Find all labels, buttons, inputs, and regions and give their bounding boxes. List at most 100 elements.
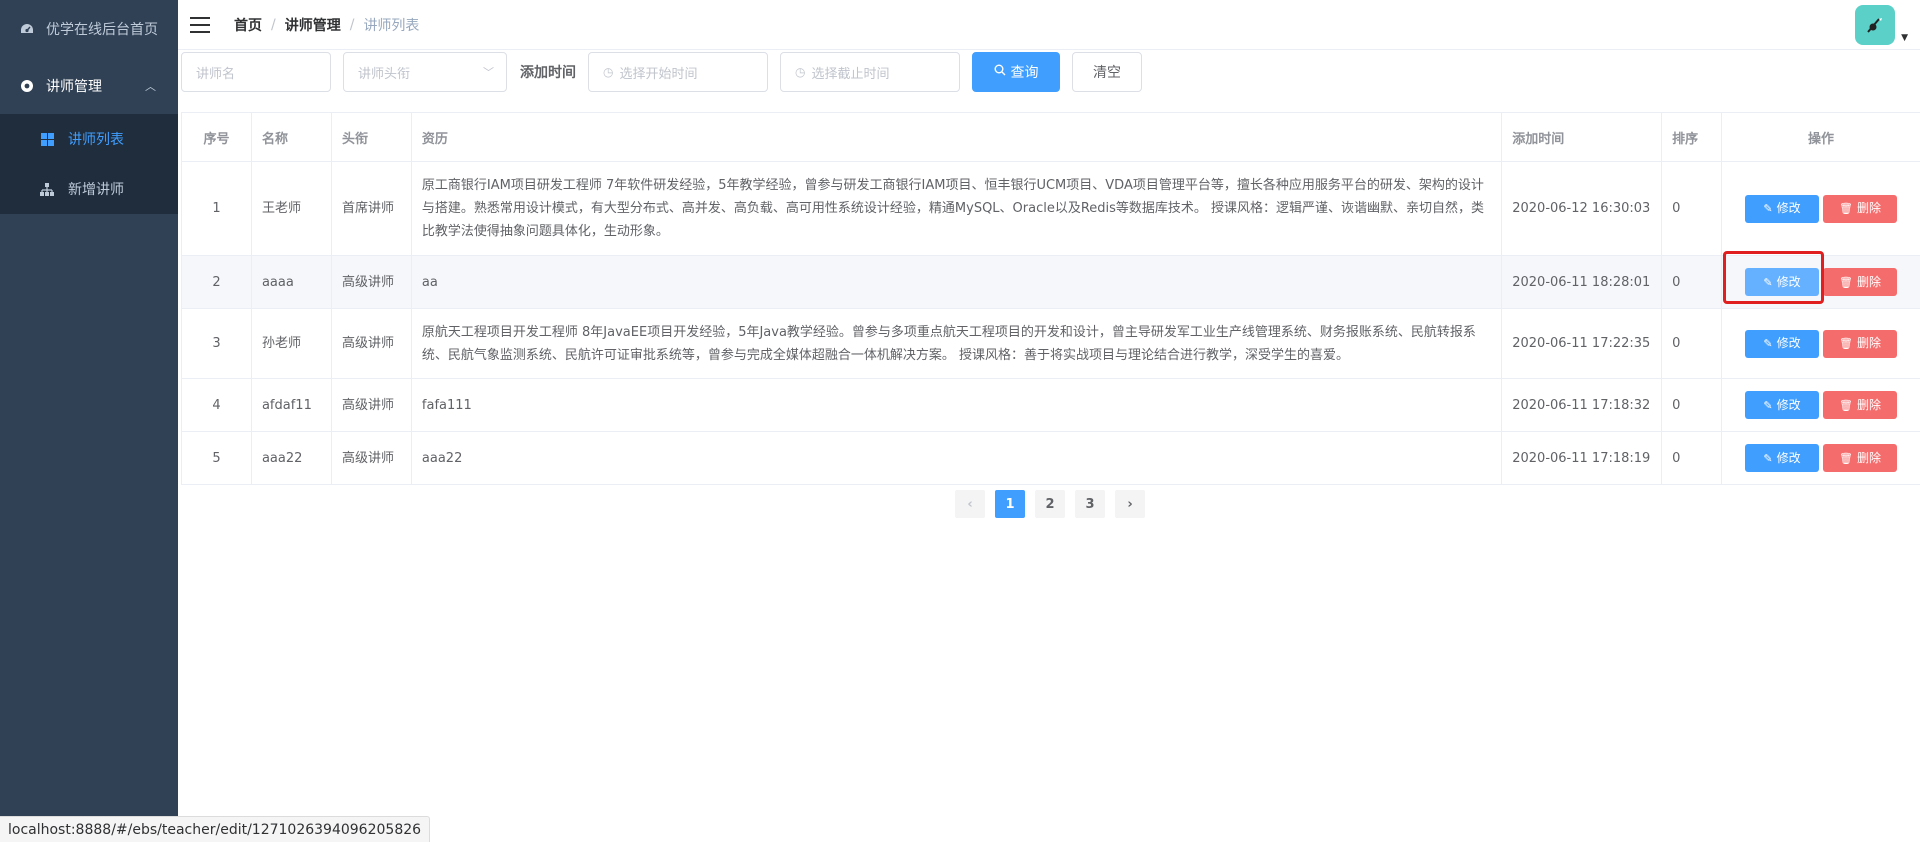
- search-button[interactable]: 查询: [972, 52, 1060, 92]
- delete-button-label: 删除: [1857, 450, 1882, 465]
- cell-title: 高级讲师: [332, 309, 412, 378]
- table-body: 1 王老师 首席讲师 原工商银行IAM项目研发工程师 7年软件研发经验，5年教学经验，…: [182, 162, 1920, 485]
- edit-button-label: 修改: [1776, 450, 1801, 465]
- breadcrumb-home[interactable]: 首页: [234, 15, 262, 35]
- delete-button-label: 删除: [1857, 274, 1882, 289]
- table-row: 5 aaa22 高级讲师 aaa22 2020-06-11 17:18:19 0 ✎ 修改 🗑 删…: [182, 432, 1920, 485]
- placeholder: 选择开始时间: [619, 66, 698, 82]
- page-3-button[interactable]: 3: [1075, 490, 1105, 518]
- cell-name: aaaa: [252, 256, 332, 308]
- trash-icon: 🗑: [1839, 398, 1854, 412]
- cell-sort: 0: [1662, 432, 1723, 484]
- table-row: 3 孙老师 高级讲师 原航天工程项目开发工程师 8年JavaEE项目开发经验，5年Ja…: [182, 309, 1920, 379]
- edit-icon: ✎: [1763, 337, 1773, 350]
- trash-icon: 🗑: [1839, 275, 1854, 289]
- teacher-name-input[interactable]: 讲师名: [181, 52, 331, 92]
- trash-icon: 🗑: [1839, 337, 1854, 350]
- edit-icon: ✎: [1763, 202, 1773, 215]
- column-header-sort: 排序: [1662, 113, 1723, 161]
- next-page-button[interactable]: ›: [1115, 490, 1145, 518]
- delete-button[interactable]: 🗑 删除: [1823, 391, 1898, 419]
- cell-actions: ✎ 修改 🗑 删除: [1722, 256, 1920, 308]
- cell-actions: ✎ 修改 🗑 删除: [1722, 309, 1920, 378]
- cell-add-time: 2020-06-11 17:18:32: [1502, 379, 1663, 431]
- breadcrumb-teacher-management[interactable]: 讲师管理: [285, 15, 341, 35]
- filter-bar: 讲师名 讲师头衔 ﹀ 添加时间 ◷ 选择开始时间 ◷ 选择截止时间 查询 清空: [181, 52, 1142, 92]
- search-icon: [994, 64, 1006, 80]
- edit-button[interactable]: ✎ 修改: [1745, 391, 1820, 419]
- edit-button-label: 修改: [1776, 274, 1801, 289]
- sidebar-item-teacher-management[interactable]: 讲师管理 ︿: [0, 57, 178, 114]
- cell-name: 王老师: [252, 162, 332, 255]
- gear-icon: [20, 79, 34, 93]
- cell-index: 3: [182, 309, 252, 378]
- clock-icon: ◷: [603, 65, 614, 79]
- cell-title: 首席讲师: [332, 162, 412, 255]
- sidebar-item-label: 讲师列表: [68, 132, 124, 148]
- submenu: 讲师列表 新增讲师: [0, 114, 178, 214]
- user-menu[interactable]: ▼: [1855, 5, 1908, 45]
- prev-page-button[interactable]: ‹: [955, 490, 985, 518]
- dashboard-icon: [20, 22, 34, 36]
- edit-button-label: 修改: [1776, 201, 1801, 215]
- cell-sort: 0: [1662, 309, 1723, 378]
- edit-button-label: 修改: [1776, 397, 1801, 412]
- clear-button[interactable]: 清空: [1072, 52, 1142, 92]
- main-content: 首页 / 讲师管理 / 讲师列表 ▼ 讲师名 讲师头衔 ﹀ 添加时间 ◷ 选择开…: [178, 0, 1920, 842]
- page-1-button[interactable]: 1: [995, 490, 1025, 518]
- chevron-down-icon: ﹀: [483, 66, 494, 79]
- start-time-picker[interactable]: ◷ 选择开始时间: [588, 52, 768, 92]
- cell-index: 5: [182, 432, 252, 484]
- edit-icon: ✎: [1763, 398, 1773, 412]
- caret-down-icon[interactable]: ▼: [1901, 33, 1908, 43]
- column-header-index: 序号: [182, 113, 252, 161]
- page-2-button[interactable]: 2: [1035, 490, 1065, 518]
- delete-button[interactable]: 🗑 删除: [1823, 329, 1898, 358]
- grid-icon: [40, 132, 54, 146]
- edit-icon: ✎: [1763, 451, 1773, 465]
- cell-name: 孙老师: [252, 309, 332, 378]
- edit-button[interactable]: ✎ 修改: [1745, 329, 1820, 358]
- add-time-label: 添加时间: [520, 65, 576, 81]
- search-button-label: 查询: [1010, 65, 1039, 81]
- delete-button-label: 删除: [1857, 201, 1882, 215]
- sidebar-item-label: 优学在线后台首页: [46, 21, 158, 38]
- sidebar: 优学在线后台首页 讲师管理 ︿ 讲师列表 新增讲师: [0, 0, 178, 842]
- column-header-add-time: 添加时间: [1502, 113, 1663, 161]
- column-header-actions: 操作: [1722, 113, 1920, 161]
- column-header-name: 名称: [252, 113, 332, 161]
- cell-title: 高级讲师: [332, 256, 412, 308]
- cell-add-time: 2020-06-12 16:30:03: [1502, 162, 1663, 255]
- sidebar-item-label: 新增讲师: [68, 182, 124, 198]
- delete-button[interactable]: 🗑 删除: [1823, 444, 1898, 472]
- chevron-up-icon: ︿: [145, 79, 156, 93]
- cell-actions: ✎ 修改 🗑 删除: [1722, 379, 1920, 431]
- edit-button[interactable]: ✎ 修改: [1745, 444, 1820, 472]
- sidebar-item-label: 讲师管理: [46, 78, 102, 95]
- status-bar-url: localhost:8888/#/ebs/teacher/edit/127102…: [0, 816, 431, 842]
- breadcrumb-separator: /: [271, 16, 276, 33]
- avatar[interactable]: [1855, 5, 1896, 45]
- sidebar-item-add-teacher[interactable]: 新增讲师: [0, 164, 178, 214]
- cell-sort: 0: [1662, 162, 1723, 255]
- end-time-picker[interactable]: ◷ 选择截止时间: [780, 52, 960, 92]
- table-header-row: 序号 名称 头衔 资历 添加时间 排序 操作: [182, 113, 1920, 162]
- cell-actions: ✎ 修改 🗑 删除: [1722, 162, 1920, 255]
- edit-button[interactable]: ✎ 修改: [1745, 268, 1820, 296]
- cell-name: afdaf11: [252, 379, 332, 431]
- cell-add-time: 2020-06-11 17:18:19: [1502, 432, 1663, 484]
- edit-button[interactable]: ✎ 修改: [1745, 194, 1820, 223]
- hamburger-icon[interactable]: [190, 16, 210, 33]
- cell-add-time: 2020-06-11 18:28:01: [1502, 256, 1663, 308]
- teacher-table: 序号 名称 头衔 资历 添加时间 排序 操作 1 王老师 首席讲师 原工商银行IAM项…: [181, 112, 1920, 485]
- cell-title: 高级讲师: [332, 432, 412, 484]
- delete-button[interactable]: 🗑 删除: [1823, 194, 1898, 223]
- column-header-title: 头衔: [332, 113, 412, 161]
- delete-button[interactable]: 🗑 删除: [1823, 268, 1898, 296]
- sidebar-item-teacher-list[interactable]: 讲师列表: [0, 114, 178, 164]
- teacher-title-select[interactable]: 讲师头衔 ﹀: [343, 52, 507, 92]
- sidebar-item-home[interactable]: 优学在线后台首页: [0, 0, 178, 57]
- delete-button-label: 删除: [1857, 397, 1882, 412]
- pagination: ‹ 1 2 3 ›: [955, 490, 1145, 518]
- org-chart-icon: [40, 182, 54, 196]
